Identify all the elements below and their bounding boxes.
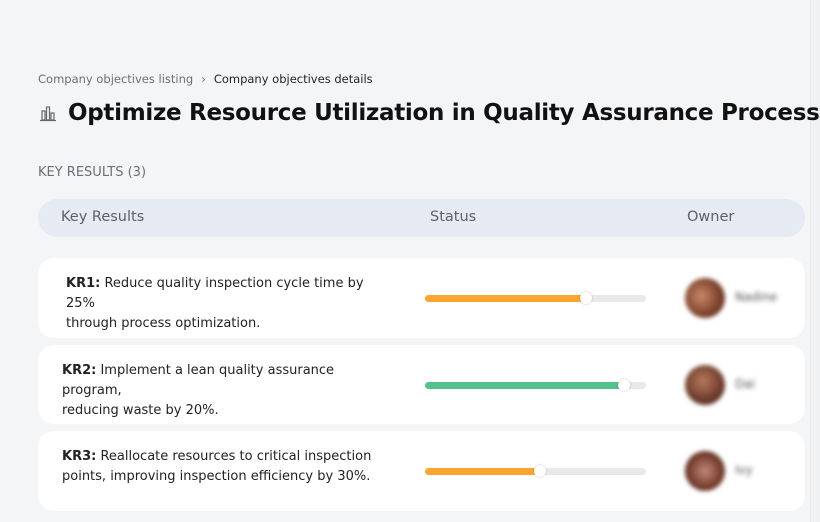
key-result-line1: Reduce quality inspection cycle time by … <box>66 276 364 311</box>
progress-fill <box>425 381 624 389</box>
table-header: Key Results Status Owner <box>38 199 805 237</box>
key-result-text: KR2: Implement a lean quality assurance … <box>62 361 392 421</box>
key-result-code: KR2: <box>62 363 97 378</box>
avatar <box>685 451 725 491</box>
key-result-text: KR1: Reduce quality inspection cycle tim… <box>66 274 396 334</box>
progress-bar <box>425 378 646 391</box>
owner-name: Nadine <box>735 290 778 304</box>
progress-thumb[interactable] <box>533 465 546 477</box>
key-results-count: KEY RESULTS (3) <box>38 165 147 180</box>
key-result-code: KR1: <box>66 276 101 291</box>
breadcrumb-separator: › <box>201 72 206 86</box>
progress-fill <box>425 468 540 475</box>
header-status: Status <box>430 209 477 225</box>
progress-fill <box>425 295 587 302</box>
scrollbar[interactable] <box>810 0 820 522</box>
progress-bar <box>425 292 646 304</box>
table-row[interactable]: KR1: Reduce quality inspection cycle tim… <box>38 258 805 338</box>
progress-thumb[interactable] <box>617 378 630 391</box>
breadcrumb-current: Company objectives details <box>213 72 373 86</box>
table-row[interactable]: KR3: Reallocate resources to critical in… <box>38 431 805 511</box>
key-result-line1: Reallocate resources to critical inspect… <box>100 449 372 464</box>
key-result-line1: Implement a lean quality assurance progr… <box>62 363 335 398</box>
key-result-text: KR3: Reallocate resources to critical in… <box>62 447 392 487</box>
progress-thumb[interactable] <box>580 292 593 304</box>
objective-header: Optimize Resource Utilization in Quality… <box>38 100 820 126</box>
owner-name: Dai <box>735 376 755 391</box>
key-result-line2: reducing waste by 20%. <box>62 403 219 418</box>
avatar <box>685 278 725 318</box>
page-title: Optimize Resource Utilization in Quality… <box>68 100 820 126</box>
progress-bar <box>425 465 646 477</box>
header-key-results: Key Results <box>61 209 145 225</box>
breadcrumb-parent-link[interactable]: Company objectives listing <box>38 72 193 86</box>
owner-name: Ivy <box>735 463 753 477</box>
chart-building-icon <box>40 106 56 122</box>
table-row[interactable]: KR2: Implement a lean quality assurance … <box>38 345 805 424</box>
key-result-line2: points, improving inspection efficiency … <box>62 469 371 484</box>
key-result-code: KR3: <box>62 449 97 464</box>
key-result-line2: through process optimization. <box>66 316 261 331</box>
avatar <box>685 364 725 405</box>
header-owner: Owner <box>687 209 735 225</box>
breadcrumb: Company objectives listing › Company obj… <box>38 72 373 86</box>
